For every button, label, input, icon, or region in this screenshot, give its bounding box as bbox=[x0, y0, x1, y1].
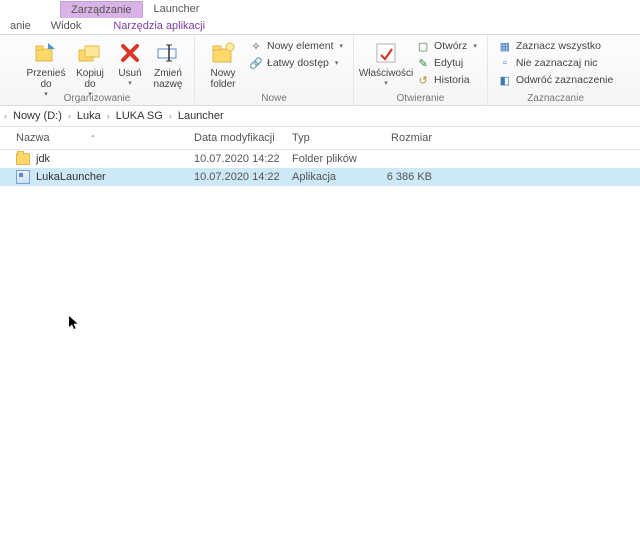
col-size[interactable]: Rozmiar bbox=[372, 132, 432, 144]
breadcrumb[interactable]: › Nowy (D:) › Luka › LUKA SG › Launcher bbox=[0, 106, 640, 127]
delete-icon bbox=[119, 39, 141, 67]
properties-icon bbox=[374, 39, 398, 67]
invert-selection-button[interactable]: ◧ Odwróć zaznaczenie bbox=[494, 72, 617, 88]
history-button[interactable]: ↺ Historia bbox=[412, 72, 481, 88]
properties-button[interactable]: Właściwości▾ bbox=[360, 37, 412, 87]
group-new: Nowy folder ✧ Nowy element▾ 🔗 Łatwy dost… bbox=[195, 35, 354, 105]
new-folder-icon bbox=[210, 39, 236, 67]
new-folder-button[interactable]: Nowy folder bbox=[201, 37, 245, 90]
file-list[interactable]: Nazwa ⌃ Data modyfikacji Typ Rozmiar jdk… bbox=[0, 127, 640, 544]
window-title: Launcher bbox=[143, 0, 211, 18]
select-all-button[interactable]: ▦ Zaznacz wszystko bbox=[494, 38, 617, 54]
ribbon: Przenieś do▾ Kopiuj do▾ Usuń▾ Zmień nazw… bbox=[0, 35, 640, 106]
column-headers[interactable]: Nazwa ⌃ Data modyfikacji Typ Rozmiar bbox=[0, 127, 640, 150]
title-tabs: Zarządzanie Launcher bbox=[0, 0, 640, 18]
breadcrumb-item[interactable]: Launcher bbox=[176, 110, 226, 122]
col-date[interactable]: Data modyfikacji bbox=[194, 132, 292, 144]
table-row[interactable]: LukaLauncher 10.07.2020 14:22Aplikacja6 3… bbox=[0, 168, 640, 186]
col-type[interactable]: Typ bbox=[292, 132, 372, 144]
open-icon: ▢ bbox=[416, 39, 430, 53]
file-name: LukaLauncher bbox=[36, 171, 106, 183]
edit-icon: ✎ bbox=[416, 56, 430, 70]
mouse-cursor-icon bbox=[69, 316, 79, 330]
copy-to-button[interactable]: Kopiuj do▾ bbox=[68, 37, 112, 98]
chevron-right-icon: › bbox=[169, 111, 172, 121]
col-name[interactable]: Nazwa bbox=[16, 132, 50, 144]
new-item-icon: ✧ bbox=[249, 39, 263, 53]
select-none-button[interactable]: ▫ Nie zaznaczaj nic bbox=[494, 55, 617, 71]
group-select: ▦ Zaznacz wszystko ▫ Nie zaznaczaj nic ◧… bbox=[488, 35, 623, 105]
group-select-label: Zaznaczanie bbox=[488, 93, 623, 105]
tab-app-tools[interactable]: Narzędzia aplikacji bbox=[103, 20, 215, 32]
rename-icon bbox=[156, 39, 180, 67]
file-size: 6 386 KB bbox=[372, 171, 432, 183]
breadcrumb-item[interactable]: Nowy (D:) bbox=[11, 110, 64, 122]
table-row[interactable]: jdk 10.07.2020 14:22Folder plików bbox=[0, 150, 640, 168]
file-name: jdk bbox=[36, 153, 50, 165]
open-button[interactable]: ▢ Otwórz▾ bbox=[412, 38, 481, 54]
chevron-right-icon: › bbox=[4, 111, 7, 121]
breadcrumb-item[interactable]: LUKA SG bbox=[114, 110, 165, 122]
file-type: Folder plików bbox=[292, 153, 372, 165]
tab-view[interactable]: Widok bbox=[41, 20, 92, 32]
history-icon: ↺ bbox=[416, 73, 430, 87]
group-organize: Przenieś do▾ Kopiuj do▾ Usuń▾ Zmień nazw… bbox=[0, 35, 195, 105]
easy-access-button[interactable]: 🔗 Łatwy dostęp▾ bbox=[245, 55, 347, 71]
delete-button[interactable]: Usuń▾ bbox=[112, 37, 148, 87]
breadcrumb-item[interactable]: Luka bbox=[75, 110, 103, 122]
tab-share[interactable]: anie bbox=[0, 20, 41, 32]
context-tab[interactable]: Zarządzanie bbox=[60, 1, 143, 18]
edit-button[interactable]: ✎ Edytuj bbox=[412, 55, 481, 71]
group-open: Właściwości▾ ▢ Otwórz▾ ✎ Edytuj ↺ Histor… bbox=[354, 35, 488, 105]
move-to-button[interactable]: Przenieś do▾ bbox=[24, 37, 68, 98]
move-to-icon bbox=[33, 39, 59, 67]
file-date: 10.07.2020 14:22 bbox=[194, 153, 292, 165]
ribbon-tabs: anie Widok Narzędzia aplikacji bbox=[0, 18, 640, 35]
group-organize-label: Organizowanie bbox=[0, 93, 194, 105]
new-item-button[interactable]: ✧ Nowy element▾ bbox=[245, 38, 347, 54]
sort-indicator-icon: ⌃ bbox=[90, 134, 97, 143]
application-icon bbox=[16, 170, 30, 184]
chevron-right-icon: › bbox=[107, 111, 110, 121]
rename-button[interactable]: Zmień nazwę bbox=[148, 37, 188, 90]
folder-icon bbox=[16, 152, 30, 166]
file-type: Aplikacja bbox=[292, 171, 372, 183]
group-open-label: Otwieranie bbox=[354, 93, 487, 105]
invert-selection-icon: ◧ bbox=[498, 73, 512, 87]
group-new-label: Nowe bbox=[195, 93, 353, 105]
select-none-icon: ▫ bbox=[498, 56, 512, 70]
chevron-right-icon: › bbox=[68, 111, 71, 121]
file-date: 10.07.2020 14:22 bbox=[194, 171, 292, 183]
easy-access-icon: 🔗 bbox=[249, 56, 263, 70]
select-all-icon: ▦ bbox=[498, 39, 512, 53]
copy-to-icon bbox=[77, 39, 103, 67]
